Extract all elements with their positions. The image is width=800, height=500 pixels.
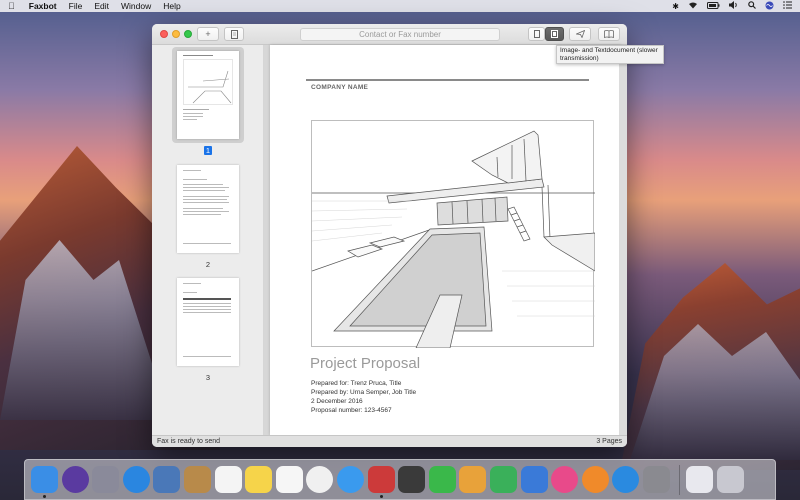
send-button[interactable] [569,27,591,41]
battery-icon[interactable] [707,1,720,11]
prepared-by: Prepared by: Urna Semper, Job Title [311,389,417,396]
thumbnail-illustration [183,59,233,105]
safari-icon[interactable] [122,466,150,493]
document-icon[interactable] [686,466,714,493]
thumbnail-label-3: 3 [205,373,211,382]
menu-window[interactable]: Window [121,1,151,11]
page-thumbnail-2[interactable] [177,165,239,253]
contacts-icon[interactable] [183,466,211,493]
page-thumbnail-3[interactable] [177,278,239,366]
notes-icon[interactable] [245,466,273,493]
text-document-mode-button[interactable] [528,27,545,41]
running-indicator [43,495,46,498]
contact-input[interactable]: Contact or Fax number [300,28,500,41]
image-text-mode-button[interactable] [545,27,564,41]
header-rule [306,79,589,81]
document-date: 2 December 2016 [311,398,363,405]
system-preferences-icon[interactable] [642,466,670,493]
cover-page-button[interactable] [224,27,244,41]
ibooks-icon[interactable] [581,466,609,493]
dock [24,459,776,500]
siri-icon[interactable] [61,466,89,493]
numbers-icon[interactable] [489,466,517,493]
app-store-icon[interactable] [612,466,640,493]
menu-app-name[interactable]: Faxbot [29,1,57,11]
text-document-icon [533,30,540,38]
dock-separator [679,464,681,495]
thumbnail-label-2: 2 [205,260,211,269]
paper-plane-icon [575,30,585,38]
plus-icon: + [205,29,211,39]
bluetooth-icon[interactable]: ✱ [672,2,679,11]
zoom-button[interactable] [184,30,192,38]
project-title: Project Proposal [310,355,421,372]
search-icon[interactable] [748,1,756,11]
status-bar: Fax is ready to send 3 Pages [152,435,627,447]
menu-bar:  Faxbot File Edit Window Help ✱ [0,0,800,12]
window-toolbar: + Contact or Fax number [152,24,627,45]
document-icon [230,29,238,39]
finder-icon[interactable] [31,466,58,498]
wifi-icon[interactable] [688,1,698,11]
photo-booth-icon[interactable] [398,466,426,493]
itunes-icon[interactable] [551,466,579,493]
menu-file[interactable]: File [69,1,83,11]
menu-help[interactable]: Help [163,1,180,11]
faxbot-icon[interactable] [367,466,395,498]
page-count: 3 Pages [596,438,622,445]
close-button[interactable] [160,30,168,38]
menu-edit[interactable]: Edit [94,1,109,11]
address-book-button[interactable] [598,27,620,41]
pages-icon[interactable] [459,466,487,493]
thumbnail-label-1: 1 [203,146,213,155]
company-name: COMPANY NAME [311,84,369,91]
photo-browser-icon[interactable] [153,466,181,493]
messages-icon[interactable] [336,466,364,493]
volume-icon[interactable] [729,1,739,11]
add-button[interactable]: + [197,27,219,41]
facetime-icon[interactable] [428,466,456,493]
mode-tooltip: Image- and Textdocument (slower transmis… [556,45,664,64]
reminders-icon[interactable] [275,466,303,493]
trash-icon[interactable] [717,466,745,493]
siri-icon[interactable] [765,1,774,12]
document-view[interactable]: COMPANY NAME Project Proposal Prepared f… [264,45,627,435]
page-thumbnail-1[interactable] [177,51,239,139]
apple-menu-icon[interactable]:  [8,1,15,11]
image-document-icon [551,30,558,38]
book-icon [604,30,614,38]
prepared-for: Prepared for: Trenz Pruca, Title [311,380,402,387]
status-message: Fax is ready to send [157,438,221,445]
launchpad-icon[interactable] [92,466,120,493]
architecture-illustration [311,120,596,349]
minimize-button[interactable] [172,30,180,38]
notification-center-icon[interactable] [783,1,792,11]
faxbot-window: + Contact or Fax number 1 2 3 COMPANY NA… [152,24,627,447]
page-thumbnail-sidebar: 1 2 3 [152,45,264,435]
proposal-number: Proposal number: 123-4567 [311,407,392,414]
photos-icon[interactable] [306,466,334,493]
vertical-scrollbar[interactable] [619,45,627,435]
keynote-icon[interactable] [520,466,548,493]
calendar-icon[interactable] [214,466,242,493]
document-page: COMPANY NAME Project Proposal Prepared f… [270,45,621,435]
running-indicator [379,495,383,498]
